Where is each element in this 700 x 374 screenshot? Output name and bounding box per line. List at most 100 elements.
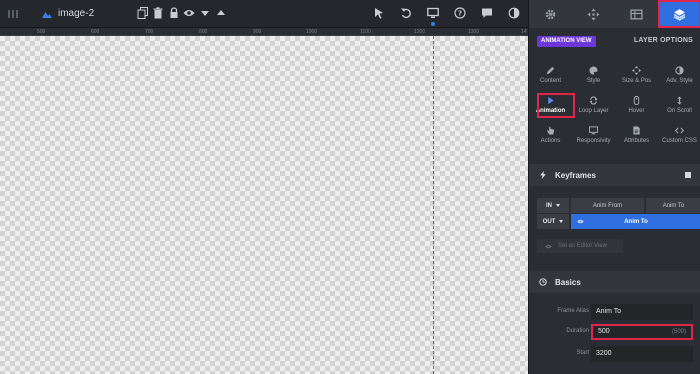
animation-view-badge[interactable]: ANIMATION VIEW <box>537 36 596 47</box>
image-layer-icon <box>42 11 52 18</box>
grid-item-label: Responsivity <box>576 138 611 144</box>
view-bar: ANIMATION VIEW LAYER OPTIONS <box>529 28 700 54</box>
move-icon <box>587 8 600 20</box>
arrows-icon <box>632 66 641 75</box>
grid-item-label: Style <box>586 78 601 84</box>
desktop-view-icon[interactable] <box>426 6 440 26</box>
grid-item-on-scroll[interactable]: On Scroll <box>658 90 700 120</box>
keyframes-section-header[interactable]: Keyframes <box>529 164 700 186</box>
duration-field[interactable]: 500 (500) <box>591 324 693 340</box>
slide-boundary-guide <box>433 36 434 374</box>
frame-alias-field[interactable]: Anim To <box>591 304 693 320</box>
grid-item-label: On Scroll <box>667 108 692 114</box>
grid-item-hover[interactable]: Hover <box>615 90 658 120</box>
frame-alias-row: Frame Alias Anim To <box>529 304 700 320</box>
grid-item-content[interactable]: Content <box>529 60 572 90</box>
out-label: OUT <box>542 218 556 225</box>
keyframe-row-in: IN Anim From Anim To <box>537 198 700 213</box>
duration-row: Duration 500 (500) <box>529 324 700 340</box>
clock-icon <box>539 278 547 286</box>
ruler-tick: 1200 <box>414 29 426 35</box>
horizontal-ruler[interactable]: 500 600 700 800 900 1000 1100 1200 1300 … <box>0 28 528 36</box>
caret-down-icon <box>556 204 560 207</box>
arrow-down-icon[interactable] <box>198 6 212 20</box>
arrow-up-icon[interactable] <box>214 6 228 20</box>
media-icon <box>630 9 643 19</box>
grid-item-label: Attributes <box>623 138 650 144</box>
start-field[interactable]: 3200 <box>591 346 693 362</box>
grid-item-adv-style[interactable]: Adv. Style <box>658 60 700 90</box>
anim-from-frame[interactable]: Anim From <box>571 198 644 213</box>
drag-grip-icon[interactable] <box>8 10 20 18</box>
grid-item-style[interactable]: Style <box>572 60 615 90</box>
hand-icon <box>547 126 555 135</box>
ruler-tick: 600 <box>91 29 100 35</box>
document-icon <box>633 126 640 135</box>
monitor-icon <box>589 126 598 135</box>
grid-item-actions[interactable]: Actions <box>529 120 572 150</box>
active-frame-anim-to[interactable]: Anim To <box>571 214 700 229</box>
help-icon[interactable]: ? <box>453 6 467 20</box>
eye-icon[interactable] <box>182 6 196 20</box>
basics-section-header[interactable]: Basics <box>529 271 700 293</box>
layer-options-grid: Content Style Size & Pos Adv. Style Anim… <box>529 60 700 150</box>
undo-icon[interactable] <box>399 6 413 20</box>
grid-item-label: Adv. Style <box>666 78 693 84</box>
grid-item-label: Hover <box>628 108 645 114</box>
in-dropdown[interactable]: IN <box>537 198 569 213</box>
grid-item-label: Content <box>539 78 561 84</box>
tab-slide-media[interactable] <box>615 0 658 28</box>
settings-panel: ANIMATION VIEW LAYER OPTIONS Content Sty… <box>528 0 700 374</box>
ruler-tick: 900 <box>253 29 262 35</box>
out-dropdown[interactable]: OUT <box>537 214 569 229</box>
layer-options-label[interactable]: LAYER OPTIONS <box>634 37 693 44</box>
trash-icon[interactable] <box>151 6 165 20</box>
set-editor-view-button[interactable]: Set as Editor View <box>537 239 623 253</box>
anim-to-frame[interactable]: Anim To <box>646 198 700 213</box>
ruler-tick: 1000 <box>306 29 318 35</box>
grid-item-loop-layer[interactable]: Loop Layer <box>572 90 615 120</box>
start-row: Start 3200 <box>529 346 700 362</box>
eye-icon <box>577 219 584 224</box>
grid-item-custom-css[interactable]: Custom CSS <box>658 120 700 150</box>
layer-title-text: image-2 <box>58 8 95 19</box>
set-editor-view-label: Set as Editor View <box>558 243 607 249</box>
keyframes-title: Keyframes <box>555 170 596 180</box>
code-icon <box>675 127 684 134</box>
mouse-icon <box>633 96 640 105</box>
grid-item-label: Size & Pos <box>621 78 652 84</box>
layers-icon <box>673 8 686 21</box>
layer-title[interactable]: image-2 <box>42 8 94 19</box>
scroll-icon <box>677 96 682 105</box>
lock-icon[interactable] <box>167 6 181 20</box>
cursor-icon[interactable] <box>372 6 386 20</box>
contrast-icon <box>675 66 684 75</box>
duplicate-icon[interactable] <box>136 6 150 20</box>
selection-highlight <box>537 93 575 118</box>
grid-item-animation[interactable]: Animation <box>529 90 575 120</box>
caret-down-icon <box>559 220 564 223</box>
tab-layers[interactable] <box>658 0 700 28</box>
frame-alias-label: Frame Alias <box>557 308 589 314</box>
editor-canvas[interactable] <box>0 36 528 374</box>
palette-icon <box>589 66 598 75</box>
chat-icon[interactable] <box>480 6 494 20</box>
grid-item-label: Loop Layer <box>578 108 609 114</box>
ruler-tick: 500 <box>37 29 46 35</box>
grid-item-label: Actions <box>540 138 561 144</box>
in-label: IN <box>546 202 552 209</box>
svg-text:?: ? <box>458 10 462 18</box>
pencil-icon <box>546 66 555 75</box>
grid-item-attributes[interactable]: Attributes <box>615 120 658 150</box>
ruler-tick: 800 <box>199 29 208 35</box>
keyframe-row-out: OUT Anim To <box>537 214 700 229</box>
basics-title: Basics <box>555 277 581 287</box>
tab-navigation[interactable] <box>572 0 615 28</box>
tab-settings[interactable] <box>529 0 572 28</box>
ruler-tick: 1100 <box>360 29 371 35</box>
grid-item-responsivity[interactable]: Responsivity <box>572 120 615 150</box>
stop-icon[interactable] <box>685 172 691 178</box>
grid-item-size-pos[interactable]: Size & Pos <box>615 60 658 90</box>
ruler-tick: 700 <box>145 29 154 35</box>
contrast-mode-icon[interactable] <box>507 6 521 20</box>
